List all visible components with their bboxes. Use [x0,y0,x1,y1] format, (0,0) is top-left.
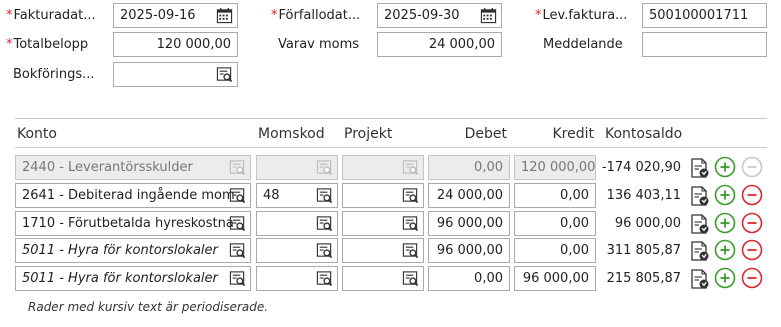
document-icon[interactable] [689,213,711,235]
projekt-input[interactable] [342,211,424,236]
lookup-icon [316,160,333,176]
remove-row-icon[interactable] [741,239,763,261]
momskod-input [256,155,338,180]
document-icon[interactable] [689,157,711,179]
konto-input: 2440 - Leverantörsskulder [15,155,251,180]
lookup-icon[interactable] [229,215,246,232]
document-icon[interactable] [689,185,711,207]
calendar-icon[interactable] [216,7,233,24]
meddelande-label: Meddelande [543,37,623,52]
required-marker: * [6,37,13,52]
remove-row-icon[interactable] [741,267,763,289]
lookup-icon[interactable] [216,66,233,83]
remove-row-icon[interactable] [741,184,763,206]
table-header-divider [15,147,767,148]
required-marker: * [271,8,278,23]
debet-input[interactable]: 24 000,00 [428,183,510,208]
meddelande-input[interactable] [642,32,767,57]
konto-input[interactable]: 2641 - Debiterad ingående mom [15,183,251,208]
lookup-icon[interactable] [402,242,419,259]
momskod-input[interactable] [256,211,338,236]
momskod-input[interactable] [256,238,338,263]
kontosaldo-value: 96 000,00 [614,216,681,231]
table-divider [15,118,767,119]
column-header-projekt: Projekt [344,126,393,142]
lookup-icon [229,160,246,176]
totalbelopp-label: *Totalbelopp [6,37,89,52]
forfallodatum-input[interactable]: 2025-09-30 [377,3,502,28]
column-header-kontosaldo: Kontosaldo [605,126,683,142]
lookup-icon[interactable] [402,270,419,287]
lookup-icon[interactable] [316,215,333,232]
calendar-icon[interactable] [480,7,497,24]
totalbelopp-input[interactable]: 120 000,00 [113,32,238,57]
lookup-icon[interactable] [402,187,419,204]
projekt-input[interactable] [342,238,424,263]
document-icon[interactable] [689,240,711,262]
momskod-input[interactable] [256,266,338,291]
add-row-icon[interactable] [714,184,736,206]
lookup-icon[interactable] [229,270,246,287]
konto-input[interactable]: 5011 - Hyra för kontorslokaler [15,238,251,263]
add-row-icon[interactable] [714,239,736,261]
debet-input[interactable]: 0,00 [428,266,510,291]
required-marker: * [6,8,13,23]
debet-input[interactable]: 96 000,00 [428,211,510,236]
lookup-icon[interactable] [316,270,333,287]
momskod-input[interactable]: 48 [256,183,338,208]
lookup-icon[interactable] [402,215,419,232]
add-row-icon[interactable] [714,156,736,178]
add-row-icon[interactable] [714,212,736,234]
footer-note: Rader med kursiv text är periodiserade. [28,300,269,314]
konto-input[interactable]: 1710 - Förutbetalda hyreskostna [15,211,251,236]
konto-input[interactable]: 5011 - Hyra för kontorslokaler [15,266,251,291]
lookup-icon[interactable] [229,242,246,259]
kontosaldo-value: 311 805,87 [606,243,681,258]
required-marker: * [535,8,542,23]
kontosaldo-value: 215 805,87 [606,271,681,286]
levfaktura-input[interactable]: 500100001711 [642,3,767,28]
projekt-input[interactable] [342,266,424,291]
remove-row-icon [741,156,763,178]
projekt-input[interactable] [342,183,424,208]
bokforings-input[interactable] [113,62,238,87]
column-header-konto: Konto [17,126,57,142]
column-header-kredit: Kredit [552,126,594,142]
varav-moms-input[interactable]: 24 000,00 [377,32,502,57]
add-row-icon[interactable] [714,267,736,289]
column-header-debet: Debet [464,126,507,142]
column-header-momskod: Momskod [258,126,325,142]
lookup-icon [402,160,419,176]
document-icon[interactable] [689,268,711,290]
lookup-icon[interactable] [316,187,333,204]
kontosaldo-value: 136 403,11 [606,188,681,203]
varav-moms-label: Varav moms [278,37,360,52]
fakturadatum-label: *Fakturadat... [6,8,96,23]
lookup-icon[interactable] [316,242,333,259]
bokforings-label: Bokförings... [13,67,95,82]
forfallodatum-label: *Förfallodat... [271,8,361,23]
remove-row-icon[interactable] [741,212,763,234]
lookup-icon[interactable] [229,187,246,204]
kontosaldo-value: -174 020,90 [601,160,681,175]
debet-input: 0,00 [428,155,510,180]
projekt-input [342,155,424,180]
levfaktura-label: *Lev.faktura... [535,8,628,23]
fakturadatum-input[interactable]: 2025-09-16 [113,3,238,28]
debet-input[interactable]: 96 000,00 [428,238,510,263]
